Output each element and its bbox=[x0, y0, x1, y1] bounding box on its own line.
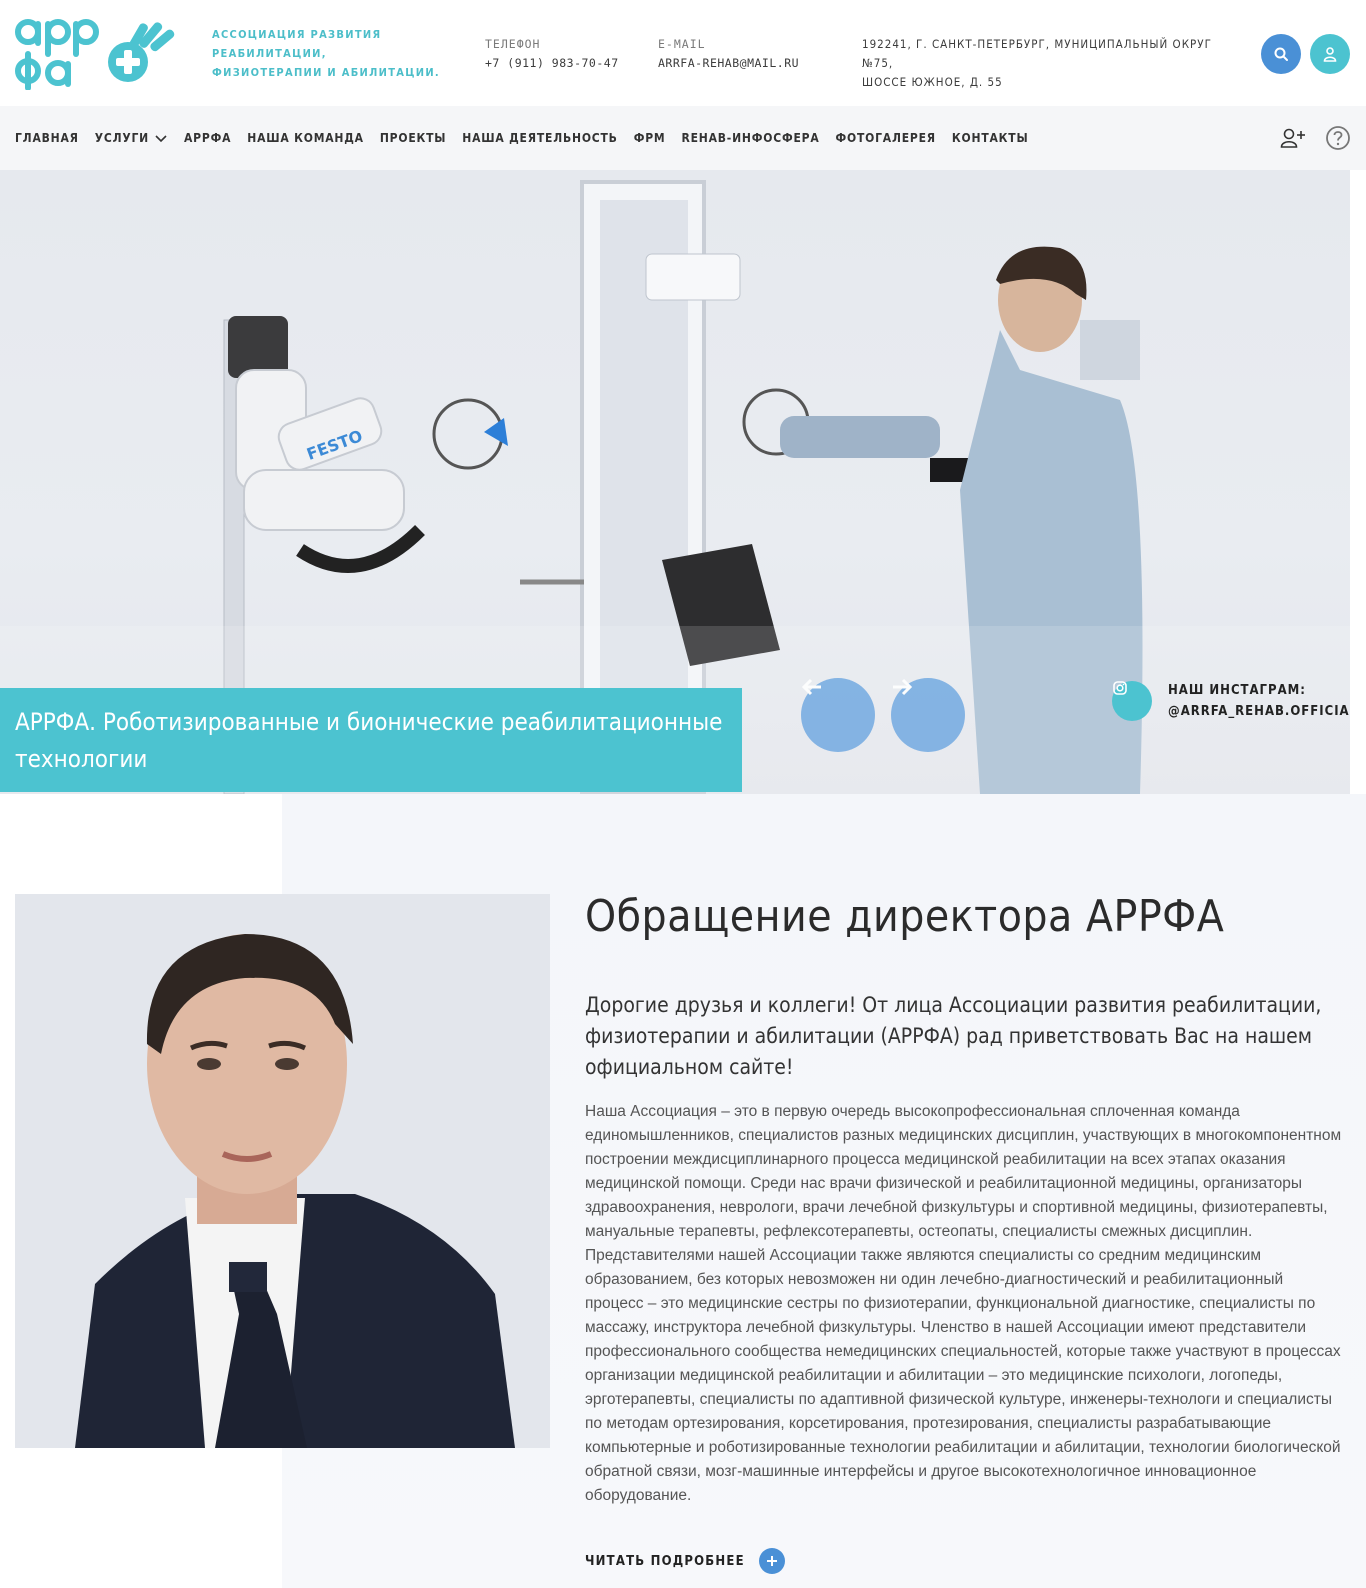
help-icon bbox=[1326, 126, 1350, 150]
phone-contact: ТЕЛЕФОН +7 (911) 983-70-47 bbox=[485, 35, 619, 73]
address-line-2: ШОССЕ ЮЖНОЕ, Д. 55 bbox=[862, 75, 1003, 89]
hero-slider: FESTO АРРФА. Роботизированные и бионичес… bbox=[0, 170, 1350, 794]
read-more-label: ЧИТАТЬ ПОДРОБНЕЕ bbox=[585, 1553, 745, 1569]
nav-item-frm[interactable]: ФРМ bbox=[634, 131, 666, 145]
instagram-title: НАШ ИНСТАГРАМ: bbox=[1168, 683, 1306, 698]
nav-item-activities[interactable]: НАША ДЕЯТЕЛЬНОСТЬ bbox=[462, 131, 617, 145]
nav-item-services-label: УСЛУГИ bbox=[94, 131, 149, 145]
nav-item-projects[interactable]: ПРОЕКТЫ bbox=[380, 131, 446, 145]
search-button[interactable] bbox=[1261, 34, 1301, 74]
read-more-link[interactable]: ЧИТАТЬ ПОДРОБНЕЕ bbox=[585, 1548, 785, 1574]
email-value[interactable]: ARRFA-REHAB@MAIL.RU bbox=[658, 54, 799, 73]
email-contact: E-MAIL ARRFA-REHAB@MAIL.RU bbox=[658, 35, 799, 73]
director-portrait bbox=[15, 894, 550, 1448]
site-header: АССОЦИАЦИЯ РАЗВИТИЯ РЕАБИЛИТАЦИИ, ФИЗИОТ… bbox=[0, 0, 1366, 106]
add-user-icon bbox=[1280, 128, 1305, 148]
nav-item-arrfa[interactable]: АРРФА bbox=[184, 131, 231, 145]
nav-item-gallery[interactable]: ФОТОГАЛЕРЕЯ bbox=[836, 131, 936, 145]
search-icon bbox=[1274, 47, 1288, 61]
director-title: Обращение директора АРРФА bbox=[585, 891, 1225, 942]
account-button[interactable] bbox=[1310, 34, 1350, 74]
nav-item-home[interactable]: ГЛАВНАЯ bbox=[15, 131, 79, 145]
address-line-1: 192241, Г. САНКТ-ПЕТЕРБУРГ, МУНИЦИПАЛЬНЫ… bbox=[862, 37, 1212, 70]
nav-item-team[interactable]: НАША КОМАНДА bbox=[247, 131, 364, 145]
director-lead: Дорогие друзья и коллеги! От лица Ассоци… bbox=[585, 993, 1322, 1079]
instagram-icon bbox=[1113, 681, 1127, 695]
director-body: Наша Ассоциация – это в первую очередь в… bbox=[585, 1103, 1342, 1504]
instagram-link[interactable]: НАШ ИНСТАГРАМ: @ARRFA_REHAB.OFFICIAL bbox=[1112, 680, 1350, 722]
hero-caption: АРРФА. Роботизированные и бионические ре… bbox=[0, 688, 742, 792]
phone-value[interactable]: +7 (911) 983-70-47 bbox=[485, 54, 619, 73]
register-button[interactable] bbox=[1279, 124, 1307, 152]
director-photo bbox=[15, 894, 550, 1448]
chevron-down-icon bbox=[155, 135, 167, 143]
instagram-handle[interactable]: @ARRFA_REHAB.OFFICIAL bbox=[1168, 701, 1350, 722]
instagram-icon-button bbox=[1112, 681, 1152, 721]
address-contact: 192241, Г. САНКТ-ПЕТЕРБУРГ, МУНИЦИПАЛЬНЫ… bbox=[862, 35, 1242, 92]
site-tagline: АССОЦИАЦИЯ РАЗВИТИЯ РЕАБИЛИТАЦИИ, ФИЗИОТ… bbox=[212, 28, 440, 79]
slider-next-button[interactable] bbox=[891, 678, 965, 752]
help-button[interactable] bbox=[1324, 124, 1352, 152]
arrow-left-icon bbox=[801, 678, 821, 696]
user-icon bbox=[1323, 47, 1337, 62]
slider-prev-button[interactable] bbox=[801, 678, 875, 752]
email-label: E-MAIL bbox=[658, 37, 706, 51]
arrow-right-icon bbox=[893, 678, 913, 696]
director-address-section: Обращение директора АРРФА Дорогие друзья… bbox=[0, 794, 1366, 1588]
nav-item-contacts[interactable]: КОНТАКТЫ bbox=[952, 131, 1029, 145]
phone-label: ТЕЛЕФОН bbox=[485, 37, 541, 51]
nav-item-services[interactable]: УСЛУГИ bbox=[95, 131, 168, 145]
arrfa-logo[interactable] bbox=[14, 16, 178, 90]
main-navigation: ГЛАВНАЯ УСЛУГИ АРРФА НАША КОМАНДА ПРОЕКТ… bbox=[0, 106, 1366, 170]
plus-icon bbox=[758, 1548, 785, 1574]
nav-item-rehab-infosphere[interactable]: REHAB-ИНФОСФЕРА bbox=[681, 131, 819, 145]
instagram-text: НАШ ИНСТАГРАМ: @ARRFA_REHAB.OFFICIAL bbox=[1168, 680, 1350, 722]
